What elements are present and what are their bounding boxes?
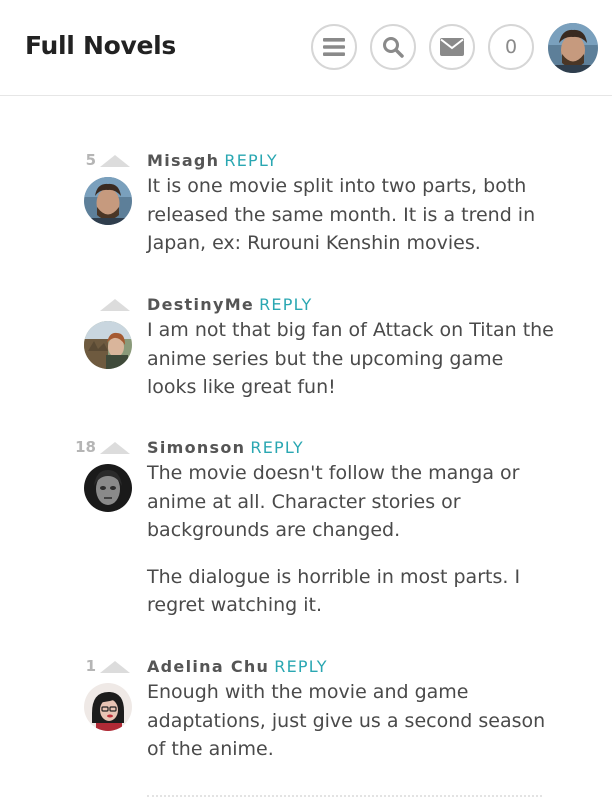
comment-body: It is one movie split into two parts, bo… <box>147 172 557 276</box>
comment-header: DestinyMe REPLY <box>147 295 313 314</box>
vote-count: 5 <box>85 151 96 169</box>
comment-header: Misagh REPLY <box>147 151 278 170</box>
comment-paragraph: Enough with the movie and game adaptatio… <box>147 681 546 760</box>
comment-author[interactable]: DestinyMe <box>147 295 254 314</box>
search-icon <box>383 37 404 58</box>
reply-button[interactable]: REPLY <box>259 295 312 314</box>
avatar[interactable] <box>84 683 132 731</box>
upvote-arrow-icon[interactable] <box>100 299 130 311</box>
comment-body: Enough with the movie and game adaptatio… <box>147 678 557 782</box>
reply-button[interactable]: REPLY <box>250 438 303 457</box>
comment-author[interactable]: Simonson <box>147 438 245 457</box>
comment-divider <box>147 795 542 797</box>
comment-paragraph: The movie doesn't follow the manga or an… <box>147 462 520 541</box>
comment-paragraph: It is one movie split into two parts, bo… <box>147 175 536 254</box>
notification-count: 0 <box>504 36 518 58</box>
comment-header: Simonson REPLY <box>147 438 304 457</box>
reply-button[interactable]: REPLY <box>224 151 277 170</box>
comment-body: I am not that big fan of Attack on Titan… <box>147 316 557 420</box>
comment-paragraph: The dialogue is horrible in most parts. … <box>147 565 521 617</box>
menu-button[interactable] <box>311 24 357 70</box>
vote-widget: 1 <box>70 657 132 677</box>
comment-author[interactable]: Misagh <box>147 151 219 170</box>
comment-paragraph: I am not that big fan of Attack on Titan… <box>147 319 554 398</box>
vote-count: 18 <box>75 438 96 456</box>
reply-button[interactable]: REPLY <box>274 657 327 676</box>
comment-body: The movie doesn't follow the manga or an… <box>147 459 557 638</box>
search-button[interactable] <box>370 24 416 70</box>
avatar[interactable] <box>84 321 132 369</box>
upvote-arrow-icon[interactable] <box>100 661 130 673</box>
avatar[interactable] <box>84 464 132 512</box>
comment-author[interactable]: Adelina Chu <box>147 657 269 676</box>
upvote-arrow-icon[interactable] <box>100 155 130 167</box>
messages-button[interactable] <box>429 24 475 70</box>
menu-icon <box>323 38 345 56</box>
mail-icon <box>440 38 464 56</box>
upvote-arrow-icon[interactable] <box>100 442 130 454</box>
notification-count-button[interactable]: 0 <box>488 24 534 70</box>
site-title[interactable]: Full Novels <box>25 31 176 60</box>
vote-widget: 5 <box>70 151 132 171</box>
user-avatar[interactable] <box>548 23 598 73</box>
comment-header: Adelina Chu REPLY <box>147 657 328 676</box>
avatar[interactable] <box>84 177 132 225</box>
vote-widget <box>70 295 132 315</box>
site-header: Full Novels 0 <box>0 0 612 96</box>
vote-count: 1 <box>85 657 96 675</box>
vote-widget: 18 <box>70 438 132 458</box>
